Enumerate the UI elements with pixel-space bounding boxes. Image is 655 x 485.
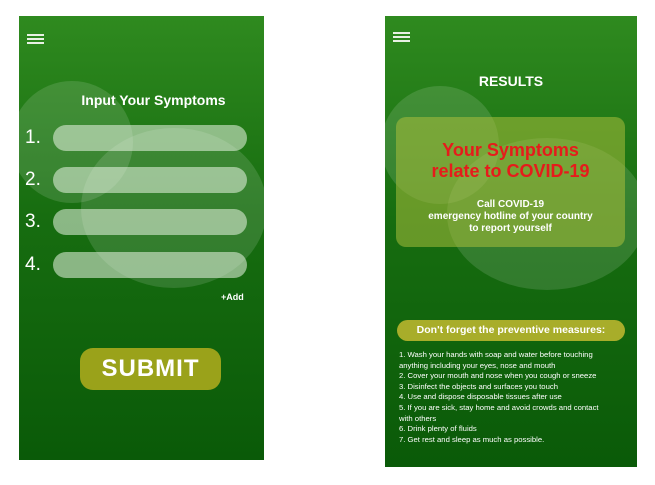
list-item: 3. Disinfect the objects and surfaces yo…: [399, 381, 558, 391]
list-item: with others: [399, 413, 437, 423]
symptom-row: 3.: [25, 209, 250, 235]
symptom-input-4[interactable]: [53, 252, 247, 278]
page-title: Input Your Symptoms: [81, 92, 226, 108]
advice-line: Call COVID-19: [476, 199, 545, 210]
symptoms-screen: Input Your Symptoms 1. 2. 3. 4. +Add SUB…: [19, 16, 264, 460]
submit-button[interactable]: SUBMIT: [80, 348, 221, 390]
menu-icon[interactable]: [27, 34, 44, 45]
list-item: 2. Cover your mouth and nose when you co…: [399, 371, 597, 381]
list-item: anything including your eyes, nose and m…: [399, 360, 556, 370]
add-symptom-link[interactable]: +Add: [221, 292, 244, 302]
menu-icon[interactable]: [393, 32, 410, 43]
page-title: RESULTS: [478, 73, 544, 89]
advice-line: emergency hotline of your country: [428, 211, 593, 222]
row-number: 4.: [25, 254, 41, 275]
list-item: 5. If you are sick, stay home and avoid …: [399, 402, 599, 412]
row-number: 3.: [25, 211, 41, 232]
results-screen: RESULTS Your Symptoms relate to COVID-19…: [385, 16, 637, 467]
symptom-input-3[interactable]: [53, 209, 247, 235]
result-headline: Your Symptoms relate to COVID-19: [396, 140, 625, 182]
advice-line: to report yourself: [469, 223, 552, 234]
headline-line: relate to COVID-19: [431, 161, 590, 181]
preventive-measures-heading: Don't forget the preventive measures:: [397, 320, 625, 341]
result-card: Your Symptoms relate to COVID-19 Call CO…: [396, 117, 625, 247]
symptom-input-2[interactable]: [53, 167, 247, 193]
list-item: 4. Use and dispose disposable tissues af…: [399, 392, 562, 402]
hotline-advice: Call COVID-19 emergency hotline of your …: [396, 199, 625, 235]
symptom-row: 4.: [25, 252, 250, 278]
preventive-measures-list: 1. Wash your hands with soap and water b…: [399, 350, 631, 445]
symptom-input-1[interactable]: [53, 125, 247, 151]
list-item: 1. Wash your hands with soap and water b…: [399, 350, 593, 359]
row-number: 2.: [25, 169, 41, 190]
list-item: 6. Drink plenty of fluids: [399, 424, 477, 434]
row-number: 1.: [25, 127, 41, 148]
symptom-row: 2.: [25, 167, 250, 193]
list-item: 7. Get rest and sleep as much as possibl…: [399, 434, 545, 444]
symptom-row: 1.: [25, 125, 250, 151]
headline-line: Your Symptoms: [442, 140, 579, 160]
